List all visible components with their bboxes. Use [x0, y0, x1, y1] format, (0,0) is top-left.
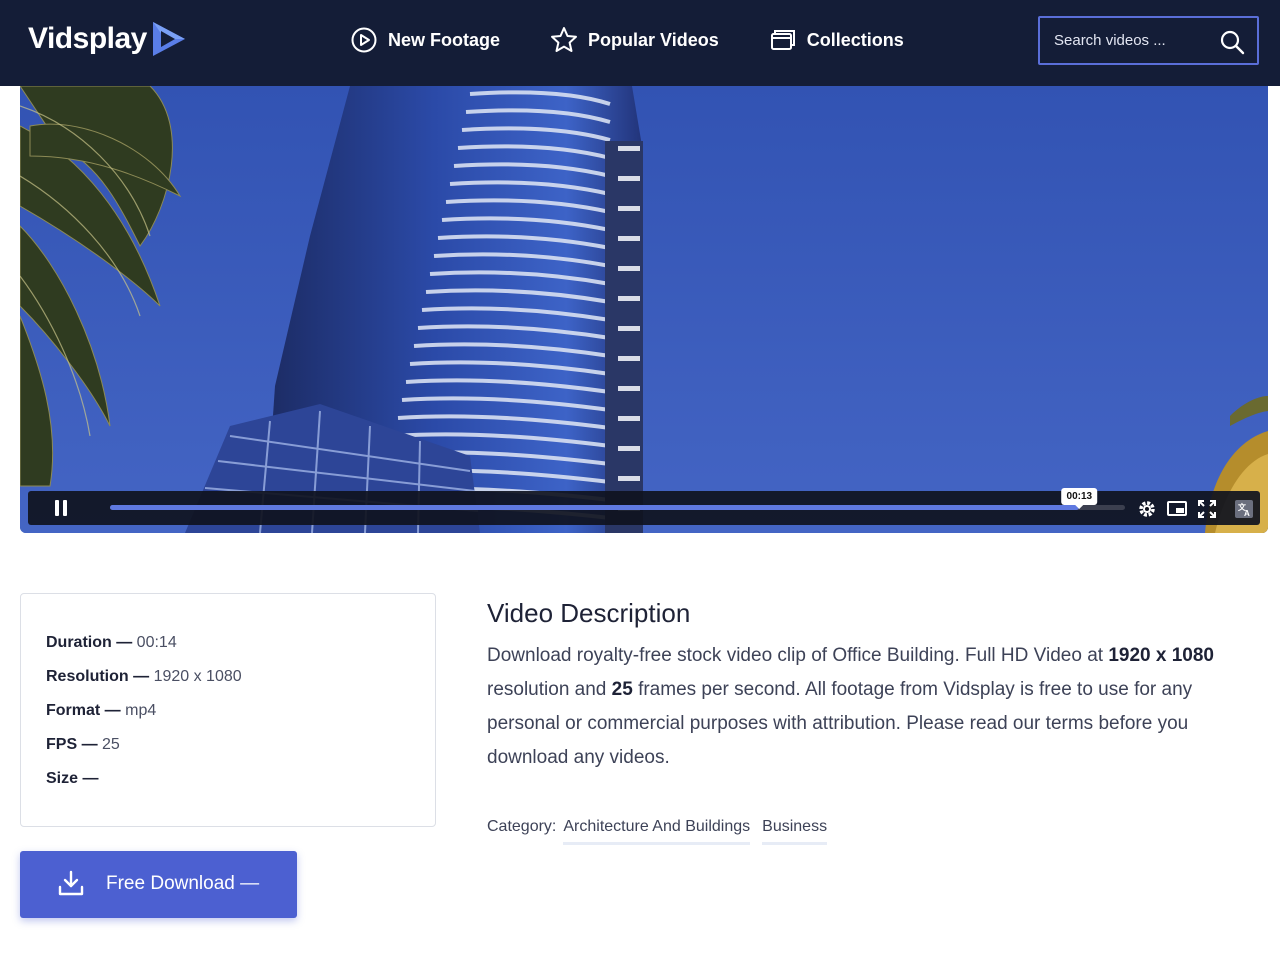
description-resolution: 1920 x 1080 — [1108, 645, 1214, 666]
description-text-2: resolution and — [487, 679, 612, 700]
collections-icon — [769, 26, 797, 54]
player-controls: 00:13 文A — [28, 488, 1260, 525]
pip-button[interactable] — [1166, 498, 1188, 520]
logo-text: Vidsplay — [28, 22, 147, 55]
format-row: Format — mp4 — [46, 702, 156, 720]
category-label: Category: — [487, 818, 557, 835]
pause-button[interactable] — [28, 491, 94, 525]
progress-bar[interactable]: 00:13 — [110, 488, 1125, 510]
svg-text:A: A — [1244, 509, 1250, 518]
fullscreen-icon — [1198, 500, 1216, 518]
resolution-value: 1920 x 1080 — [153, 668, 242, 685]
description-text: Download royalty-free stock video clip o… — [487, 639, 1247, 775]
nav-collections-label: Collections — [806, 29, 904, 50]
description-fps: 25 — [611, 679, 633, 700]
fullscreen-button[interactable] — [1196, 498, 1218, 520]
resolution-row: Resolution — 1920 x 1080 — [46, 668, 242, 686]
progress-fill — [110, 505, 1080, 510]
current-time-tooltip: 00:13 — [1061, 488, 1098, 509]
fps-row: FPS — 25 — [46, 736, 120, 754]
description-text-1: Download royalty-free stock video clip o… — [487, 645, 1109, 666]
format-label: Format — — [46, 702, 121, 719]
pause-icon — [55, 500, 67, 516]
format-value: mp4 — [125, 702, 157, 719]
play-circle-icon — [350, 26, 378, 54]
search-icon[interactable] — [1219, 29, 1245, 55]
logo-play-icon — [152, 22, 185, 56]
category-link-architecture[interactable]: Architecture And Buildings — [563, 818, 751, 845]
settings-button[interactable] — [1136, 498, 1158, 520]
site-header: Vidsplay New Footage Popular Videos Coll… — [0, 0, 1280, 86]
category-row: Category: Architecture And Buildings Bus… — [487, 818, 839, 845]
search-input[interactable] — [1054, 25, 1220, 56]
nav-popular-videos[interactable]: Popular Videos — [550, 24, 719, 56]
nav-popular-videos-label: Popular Videos — [588, 29, 719, 50]
download-icon — [58, 870, 84, 896]
video-player[interactable]: 00:13 文A — [20, 86, 1268, 533]
category-link-business[interactable]: Business — [762, 818, 828, 845]
duration-value: 00:14 — [136, 634, 177, 651]
site-logo[interactable]: Vidsplay — [28, 20, 187, 58]
size-label: Size — — [46, 770, 99, 787]
gear-icon — [1139, 501, 1155, 517]
search-box — [1038, 16, 1259, 65]
video-details-box: Duration — 00:14 Resolution — 1920 x 108… — [20, 593, 436, 827]
duration-label: Duration — — [46, 634, 133, 651]
resolution-label: Resolution — — [46, 668, 150, 685]
nav-collections[interactable]: Collections — [769, 24, 904, 56]
video-frame-image — [20, 86, 1268, 533]
translate-button[interactable]: 文A — [1233, 498, 1255, 520]
main-nav: New Footage Popular Videos Collections — [350, 24, 904, 56]
duration-row: Duration — 00:14 — [46, 634, 177, 652]
download-label: Free Download — — [106, 873, 260, 894]
fps-label: FPS — — [46, 736, 98, 753]
nav-new-footage-label: New Footage — [388, 29, 501, 50]
size-row: Size — — [46, 770, 98, 788]
description-title: Video Description — [487, 598, 691, 628]
fps-value: 25 — [102, 736, 120, 753]
free-download-button[interactable]: Free Download — — [20, 851, 297, 918]
picture-in-picture-icon — [1167, 501, 1187, 516]
star-icon — [550, 26, 578, 54]
nav-new-footage[interactable]: New Footage — [350, 24, 500, 56]
translate-icon: 文A — [1235, 500, 1253, 518]
